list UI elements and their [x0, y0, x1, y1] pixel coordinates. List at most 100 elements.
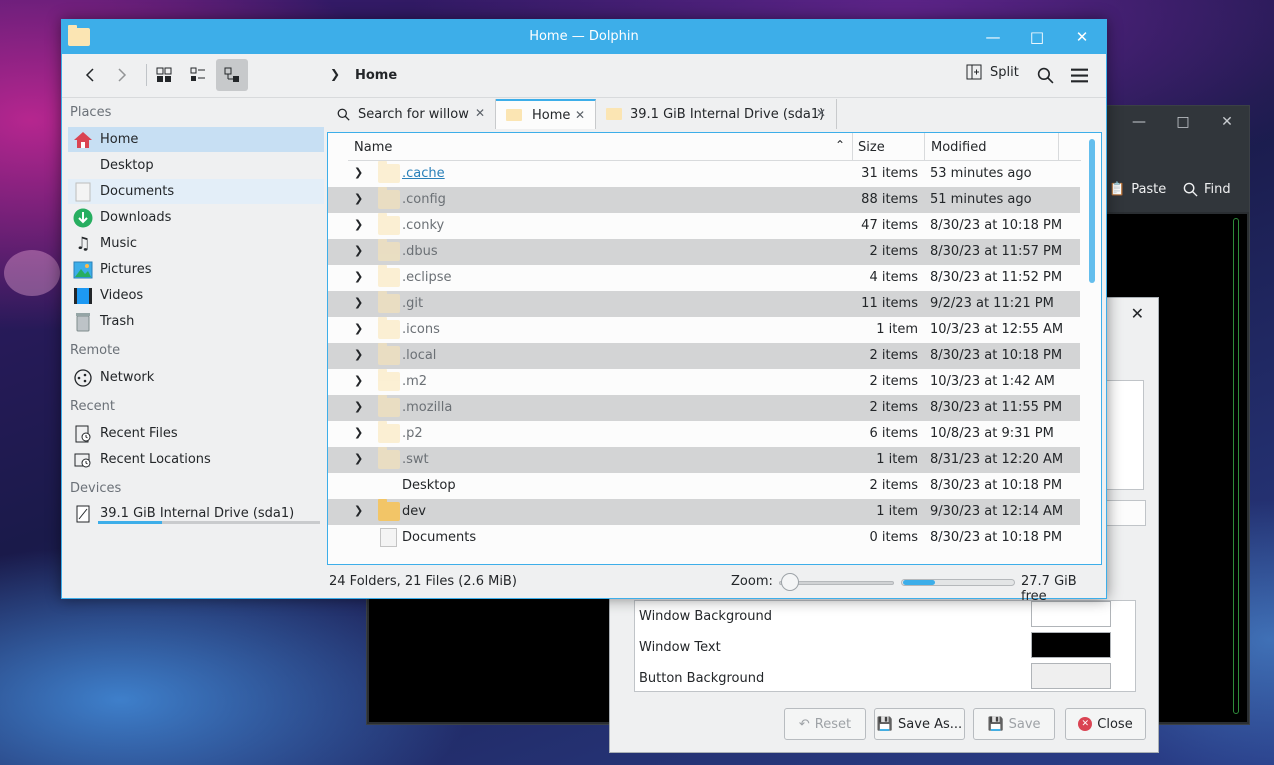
expand-arrow-icon[interactable]: ❯ — [354, 244, 363, 257]
sidebar-item-recent-files[interactable]: Recent Files — [68, 421, 324, 446]
column-separator[interactable] — [924, 133, 925, 161]
table-row[interactable]: Desktop 2 items 8/30/23 at 10:18 PM — [328, 473, 1080, 499]
tab-internal-drive[interactable]: 39.1 GiB Internal Drive (sda1) ✕ — [596, 99, 837, 129]
sidebar-item-videos[interactable]: Videos — [68, 283, 324, 308]
close-icon[interactable]: ✕ — [1217, 112, 1237, 132]
column-modified[interactable]: Modified — [931, 140, 986, 155]
search-icon — [337, 108, 350, 121]
table-row[interactable]: ❯ .conky 47 items 8/30/23 at 10:18 PM — [328, 213, 1080, 239]
expand-arrow-icon[interactable]: ❯ — [354, 504, 363, 517]
folder-icon — [378, 499, 400, 521]
folder-icon — [378, 291, 400, 313]
expand-arrow-icon[interactable]: ❯ — [354, 374, 363, 387]
sidebar-item-pictures[interactable]: Pictures — [68, 257, 324, 282]
folder-icon — [378, 343, 400, 365]
table-row[interactable]: ❯ .icons 1 item 10/3/23 at 12:55 AM — [328, 317, 1080, 343]
column-size[interactable]: Size — [858, 140, 885, 155]
color-swatch[interactable] — [1031, 601, 1111, 627]
sidebar-item-documents[interactable]: Documents — [68, 179, 324, 204]
save-button[interactable]: 💾 Save — [973, 708, 1055, 740]
column-name[interactable]: Name — [354, 140, 392, 155]
expand-arrow-icon[interactable]: ❯ — [354, 270, 363, 283]
expand-arrow-icon[interactable]: ❯ — [354, 296, 363, 309]
breadcrumb-arrow-icon[interactable]: ❯ — [330, 67, 340, 81]
save-as-button[interactable]: 💾 Save As... — [874, 708, 965, 740]
sidebar-item-trash[interactable]: Trash — [68, 309, 324, 334]
sidebar-item-home[interactable]: Home — [68, 127, 324, 152]
titlebar[interactable]: Home — Dolphin — □ ✕ — [62, 20, 1106, 54]
recent-locations-icon — [72, 449, 94, 471]
tab-search[interactable]: Search for willow ✕ — [327, 99, 496, 129]
table-row[interactable]: ❯ .m2 2 items 10/3/23 at 1:42 AM — [328, 369, 1080, 395]
vertical-scrollbar[interactable] — [1089, 139, 1095, 283]
expand-arrow-icon[interactable]: ❯ — [354, 218, 363, 231]
color-swatch[interactable] — [1031, 632, 1111, 658]
forward-button[interactable] — [106, 59, 138, 91]
minimize-icon[interactable]: — — [1129, 112, 1149, 132]
find-label: Find — [1204, 182, 1231, 197]
icons-view-button[interactable] — [148, 59, 180, 91]
dolphin-window[interactable]: Home — Dolphin — □ ✕ ❯ Home Split Places… — [61, 19, 1107, 604]
color-role-list[interactable]: Window Background Window Text Button Bac… — [634, 600, 1136, 692]
tab-close-icon[interactable]: ✕ — [575, 108, 585, 122]
tab-close-icon[interactable]: ✕ — [816, 106, 826, 120]
close-icon[interactable]: ✕ — [1131, 304, 1144, 323]
free-space-fill — [903, 580, 936, 585]
color-swatch[interactable] — [1031, 663, 1111, 689]
expand-arrow-icon[interactable]: ❯ — [354, 348, 363, 361]
close-icon[interactable]: ✕ — [1071, 27, 1093, 47]
tab-home[interactable]: Home ✕ — [496, 99, 596, 129]
table-row[interactable]: ❯ .swt 1 item 8/31/23 at 12:20 AM — [328, 447, 1080, 473]
zoom-slider-handle[interactable] — [781, 573, 799, 591]
folder-icon — [378, 395, 400, 417]
table-row[interactable]: ❯ .local 2 items 8/30/23 at 10:18 PM — [328, 343, 1080, 369]
menu-button[interactable] — [1063, 59, 1095, 91]
split-button[interactable]: Split — [966, 64, 1019, 80]
table-row[interactable]: ❯ .eclipse 4 items 8/30/23 at 11:52 PM — [328, 265, 1080, 291]
folder-icon — [378, 213, 400, 235]
file-name: dev — [402, 504, 426, 519]
expand-arrow-icon[interactable]: ❯ — [354, 426, 363, 439]
file-size: 1 item — [876, 504, 918, 519]
close-button[interactable]: ✕ Close — [1065, 708, 1146, 740]
paste-button[interactable]: 📋 Paste — [1109, 182, 1166, 197]
column-separator[interactable] — [852, 133, 853, 161]
minimize-icon[interactable]: — — [982, 27, 1004, 47]
sidebar-item-downloads[interactable]: Downloads — [68, 205, 324, 230]
file-modified: 8/30/23 at 11:57 PM — [930, 244, 1063, 259]
table-row[interactable]: ❯ dev 1 item 9/30/23 at 12:14 AM — [328, 499, 1080, 525]
tab-close-icon[interactable]: ✕ — [475, 106, 485, 120]
table-row[interactable]: ❯ .mozilla 2 items 8/30/23 at 11:55 PM — [328, 395, 1080, 421]
section-header-devices: Devices — [70, 481, 122, 496]
maximize-icon[interactable]: □ — [1173, 112, 1193, 132]
file-name: .m2 — [402, 374, 428, 389]
terminal-scrollbar[interactable] — [1233, 218, 1239, 714]
dialog-combo[interactable] — [1106, 500, 1146, 526]
column-separator[interactable] — [1058, 133, 1059, 161]
table-row[interactable]: ❯ .p2 6 items 10/8/23 at 9:31 PM — [328, 421, 1080, 447]
sidebar-item-recent-locations[interactable]: Recent Locations — [68, 447, 324, 472]
breadcrumb-home[interactable]: Home — [355, 68, 397, 83]
search-button[interactable] — [1029, 59, 1061, 91]
table-row[interactable]: ❯ .cache 31 items 53 minutes ago — [328, 161, 1080, 187]
sidebar-item-network[interactable]: Network — [68, 365, 324, 390]
sidebar-item-desktop[interactable]: Desktop — [68, 153, 324, 178]
expand-arrow-icon[interactable]: ❯ — [354, 192, 363, 205]
expand-arrow-icon[interactable]: ❯ — [354, 166, 363, 179]
expand-arrow-icon[interactable]: ❯ — [354, 452, 363, 465]
table-row[interactable]: ❯ .dbus 2 items 8/30/23 at 11:57 PM — [328, 239, 1080, 265]
find-button[interactable]: Find — [1183, 182, 1231, 197]
back-button[interactable] — [74, 59, 106, 91]
file-list-view[interactable]: Name ⌃ Size Modified ❯ .cache 31 items 53 m… — [327, 132, 1102, 565]
folder-icon — [606, 108, 622, 120]
expand-arrow-icon[interactable]: ❯ — [354, 322, 363, 335]
details-view-button[interactable] — [216, 59, 248, 91]
maximize-icon[interactable]: □ — [1026, 27, 1048, 47]
sidebar-item-music[interactable]: ♫ Music — [68, 231, 324, 256]
reset-button[interactable]: ↶ Reset — [784, 708, 866, 740]
table-row[interactable]: Documents 0 items 8/30/23 at 10:18 PM — [328, 525, 1080, 551]
compact-view-button[interactable] — [182, 59, 214, 91]
table-row[interactable]: ❯ .git 11 items 9/2/23 at 11:21 PM — [328, 291, 1080, 317]
table-row[interactable]: ❯ .config 88 items 51 minutes ago — [328, 187, 1080, 213]
expand-arrow-icon[interactable]: ❯ — [354, 400, 363, 413]
